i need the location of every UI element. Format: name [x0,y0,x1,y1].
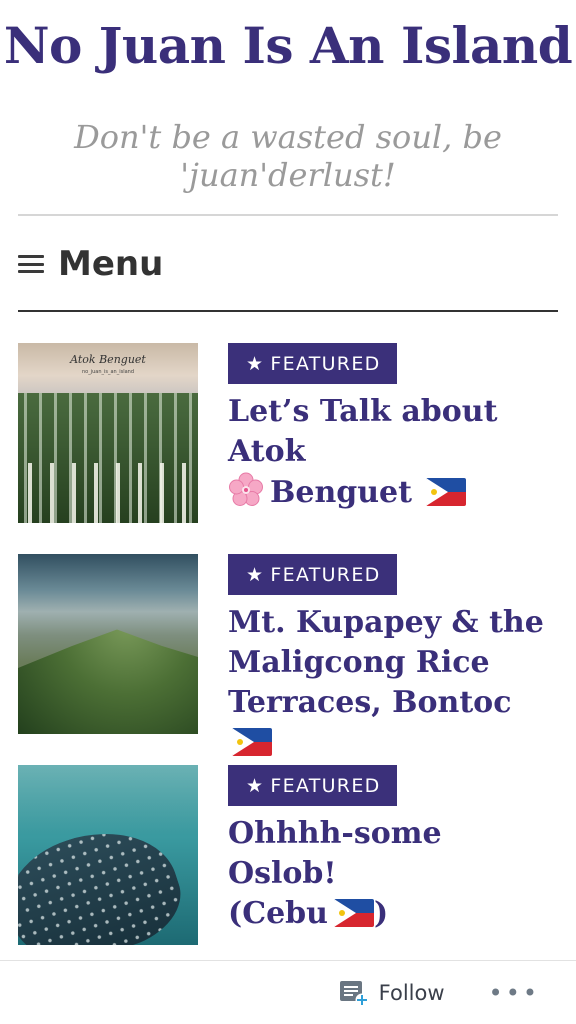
post-item-kupapey[interactable]: ★ FEATURED Mt. Kupapey & the Maligcong R… [18,554,558,756]
post-title-line[interactable]: ) [374,896,388,931]
post-thumbnail-oslob[interactable] [18,765,198,945]
menu-divider [18,310,558,312]
site-header: No Juan Is An Island Don't be a wasted s… [0,0,576,194]
post-title-line[interactable]: Terraces, Bontoc [228,685,511,720]
post-body: ★ FEATURED Mt. Kupapey & the Maligcong R… [228,554,558,756]
featured-badge-label: FEATURED [270,352,381,375]
post-title-line[interactable]: Let’s Talk about Atok [228,394,497,469]
follow-bar: Follow ••• [0,960,576,1024]
menu-label[interactable]: Menu [58,244,163,284]
post-thumbnail-atok[interactable]: Atok Benguet no_juan_is_an_island [18,343,198,523]
philippine-flag-icon [333,899,374,927]
menu-toggle[interactable]: Menu [18,236,163,292]
site-title[interactable]: No Juan Is An Island [0,14,576,78]
philippine-flag-icon [426,478,467,506]
star-icon: ★ [246,563,265,586]
featured-badge: ★ FEATURED [228,343,397,384]
reader-follow-icon [339,980,369,1006]
featured-badge: ★ FEATURED [228,554,397,595]
header-divider [18,214,558,216]
post-item-oslob[interactable]: ★ FEATURED Ohhhh-some Oslob! (Cebu) [18,765,558,947]
follow-button[interactable]: Follow [339,979,445,1007]
water-light-graphic [18,765,198,835]
post-title[interactable]: Let’s Talk about Atok Benguet [228,392,558,513]
flower-field-graphic [18,463,198,523]
cherry-blossom-icon [229,472,263,506]
post-body: ★ FEATURED Ohhhh-some Oslob! (Cebu) [228,765,558,947]
more-options-icon[interactable]: ••• [489,979,540,1007]
post-title-line[interactable]: Maligcong Rice [228,645,490,680]
post-title[interactable]: Ohhhh-some Oslob! (Cebu) [228,814,558,934]
hamburger-icon[interactable] [18,253,44,275]
post-title-line[interactable]: Ohhhh-some Oslob! [228,816,442,891]
featured-badge-label: FEATURED [270,774,381,797]
post-title[interactable]: Mt. Kupapey & the Maligcong Rice Terrace… [228,603,558,763]
post-title-line[interactable]: Mt. Kupapey & the [228,605,544,640]
thumbnail-caption: Atok Benguet [70,353,146,366]
post-thumbnail-kupapey[interactable] [18,554,198,734]
follow-label[interactable]: Follow [379,981,445,1005]
post-title-line[interactable]: Benguet [270,475,412,510]
featured-badge-label: FEATURED [270,563,381,586]
site-tagline: Don't be a wasted soul, be 'juan'derlust… [74,118,502,194]
philippine-flag-icon [232,728,272,756]
star-icon: ★ [246,774,265,797]
star-icon: ★ [246,352,265,375]
post-body: ★ FEATURED Let’s Talk about Atok Benguet [228,343,558,525]
thumbnail-subcaption: no_juan_is_an_island [81,369,135,375]
post-title-line[interactable]: (Cebu [228,896,328,931]
featured-badge: ★ FEATURED [228,765,397,806]
post-item-atok[interactable]: Atok Benguet no_juan_is_an_island ★ FEAT… [18,343,558,525]
mountain-ridge-graphic [18,629,198,734]
